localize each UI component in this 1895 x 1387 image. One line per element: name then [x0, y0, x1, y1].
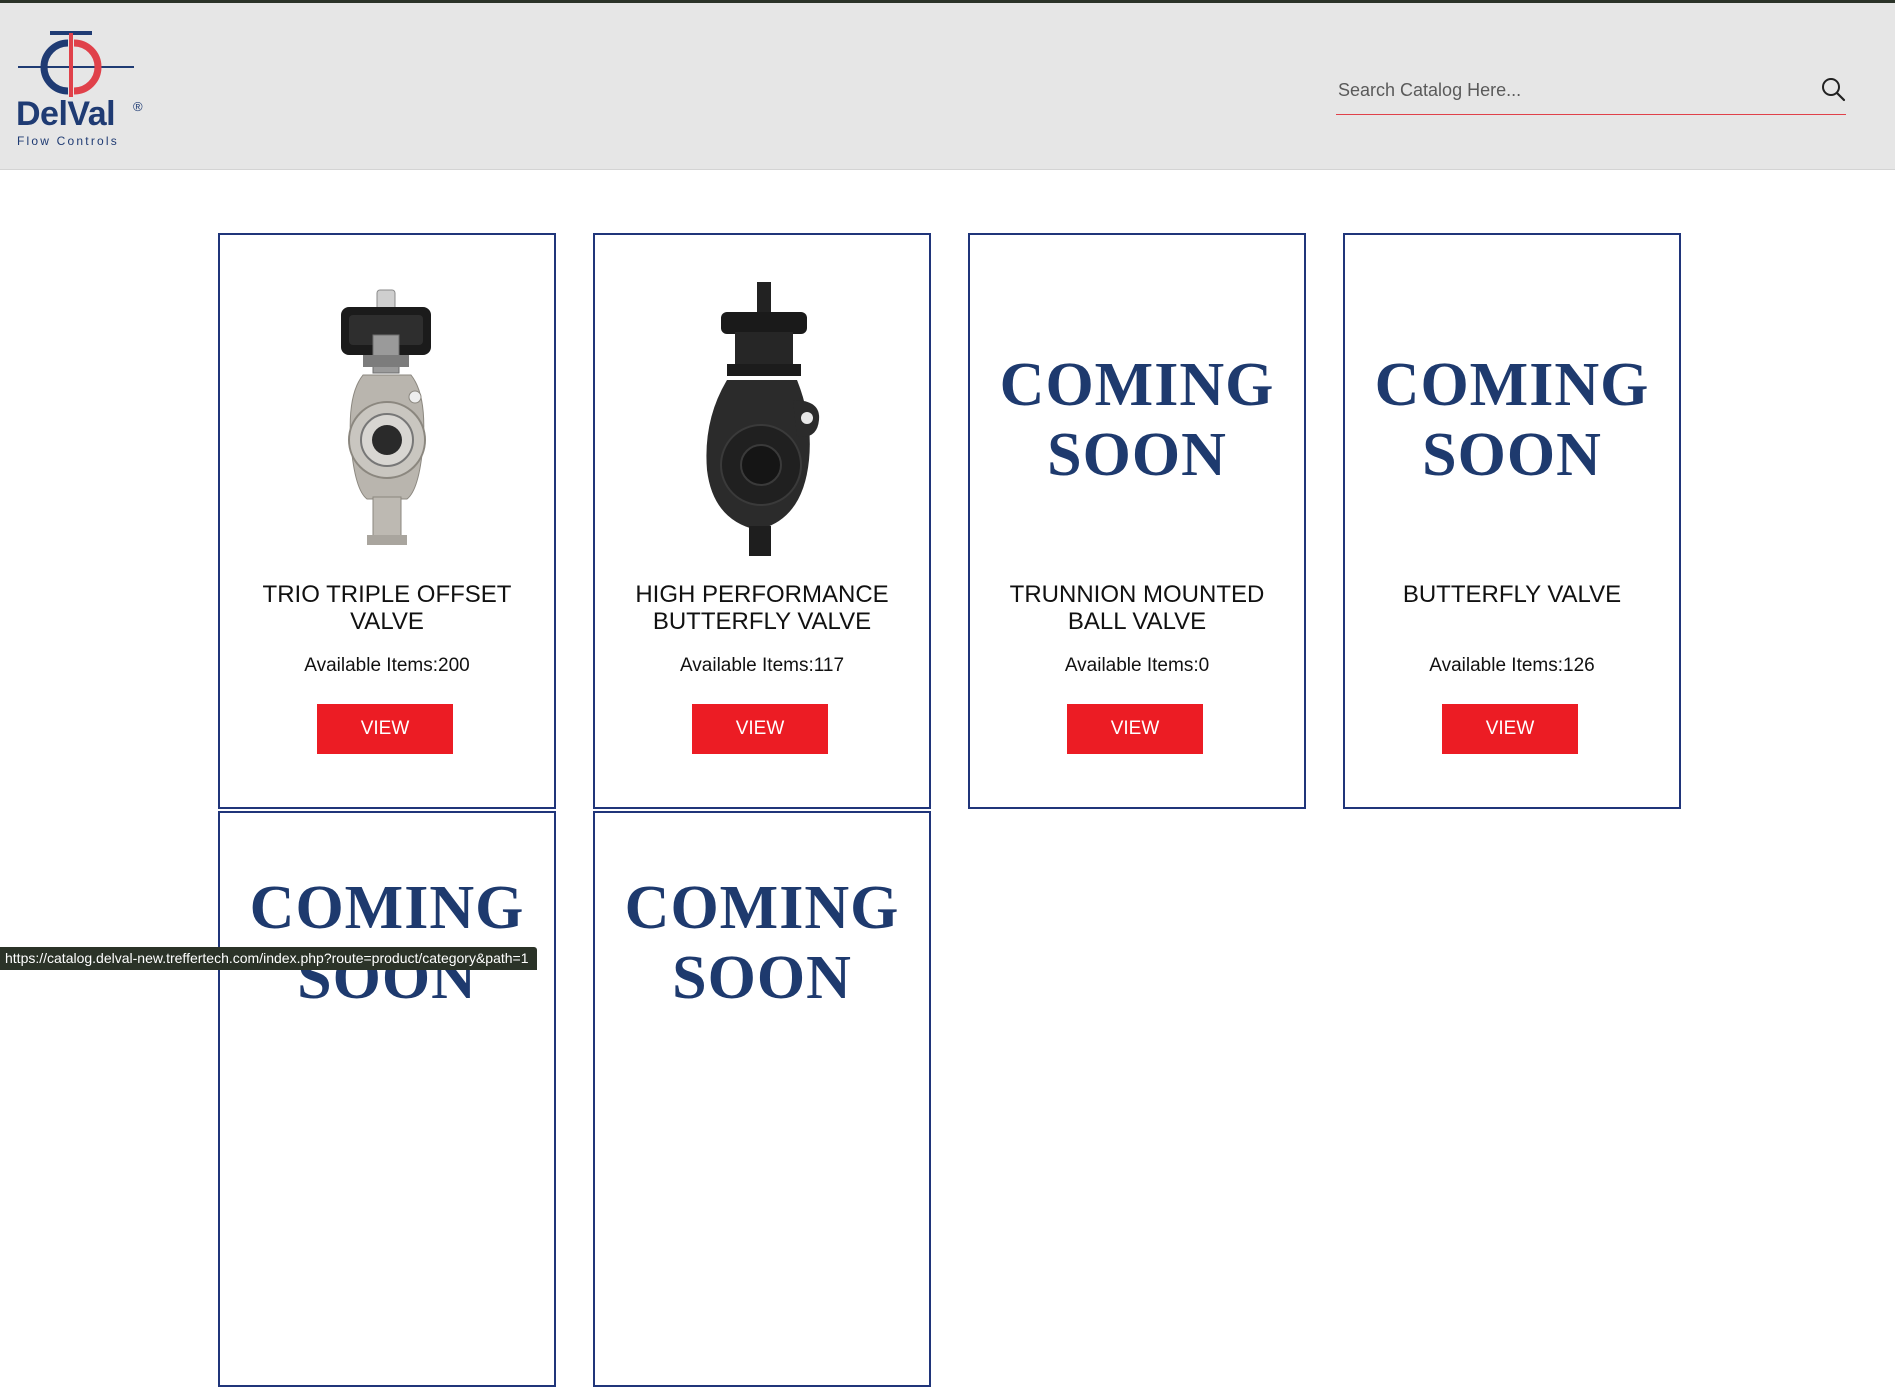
product-image[interactable] — [595, 275, 929, 565]
logo-tagline: Flow Controls — [17, 134, 119, 148]
view-button[interactable]: VIEW — [1067, 704, 1203, 754]
logo-registered-mark: ® — [133, 99, 143, 114]
valve-logo-mark-icon — [18, 31, 134, 97]
coming-soon-text: COMING SOON — [999, 351, 1275, 489]
logo-wordmark: DelVal — [16, 95, 116, 133]
available-items-count: Available Items:200 — [304, 655, 470, 676]
product-title: TRIO TRIPLE OFFSET VALVE — [262, 581, 512, 635]
available-items-count: Available Items:126 — [1429, 655, 1595, 676]
product-card: COMING SOON TRUNNION MOUNTED BALL VALVE A… — [968, 233, 1306, 809]
product-title: TRUNNION MOUNTED BALL VALVE — [1009, 581, 1265, 635]
coming-soon-text: COMING SOON — [624, 874, 900, 1012]
product-title: BUTTERFLY VALVE — [1402, 581, 1622, 608]
product-card: TRIO TRIPLE OFFSET VALVE Available Items… — [218, 233, 556, 809]
butterfly-valve-image — [706, 282, 820, 556]
product-card: HIGH PERFORMANCE BUTTERFLY VALVE Availab… — [593, 233, 931, 809]
delval-logo[interactable]: DelVal ® Flow Controls — [16, 27, 146, 152]
available-items-count: Available Items:117 — [679, 655, 845, 676]
coming-soon-image[interactable]: COMING SOON — [220, 873, 554, 1163]
view-button[interactable]: VIEW — [317, 704, 453, 754]
product-card: COMING SOON BUTTERFLY VALVE Available Ite… — [1343, 233, 1681, 809]
browser-status-bar-url: https://catalog.delval-new.treffertech.c… — [0, 947, 537, 970]
search-bar — [1336, 69, 1846, 115]
coming-soon-image[interactable]: COMING SOON — [595, 873, 929, 1163]
product-card: COMING SOON — [218, 811, 556, 1387]
available-items-count: Available Items:0 — [1064, 655, 1210, 676]
search-input[interactable] — [1336, 69, 1800, 111]
view-button[interactable]: VIEW — [692, 704, 828, 754]
product-card: COMING SOON — [593, 811, 931, 1387]
view-button[interactable]: VIEW — [1442, 704, 1578, 754]
search-icon[interactable] — [1820, 76, 1846, 102]
coming-soon-image[interactable]: COMING SOON — [1345, 275, 1679, 565]
site-header: DelVal ® Flow Controls — [0, 3, 1895, 170]
product-title: HIGH PERFORMANCE BUTTERFLY VALVE — [635, 581, 889, 635]
coming-soon-text: COMING SOON — [249, 874, 525, 1012]
coming-soon-text: COMING SOON — [1374, 351, 1650, 489]
coming-soon-image[interactable]: COMING SOON — [970, 275, 1304, 565]
triple-offset-valve-image — [341, 289, 431, 545]
product-image[interactable] — [220, 275, 554, 565]
